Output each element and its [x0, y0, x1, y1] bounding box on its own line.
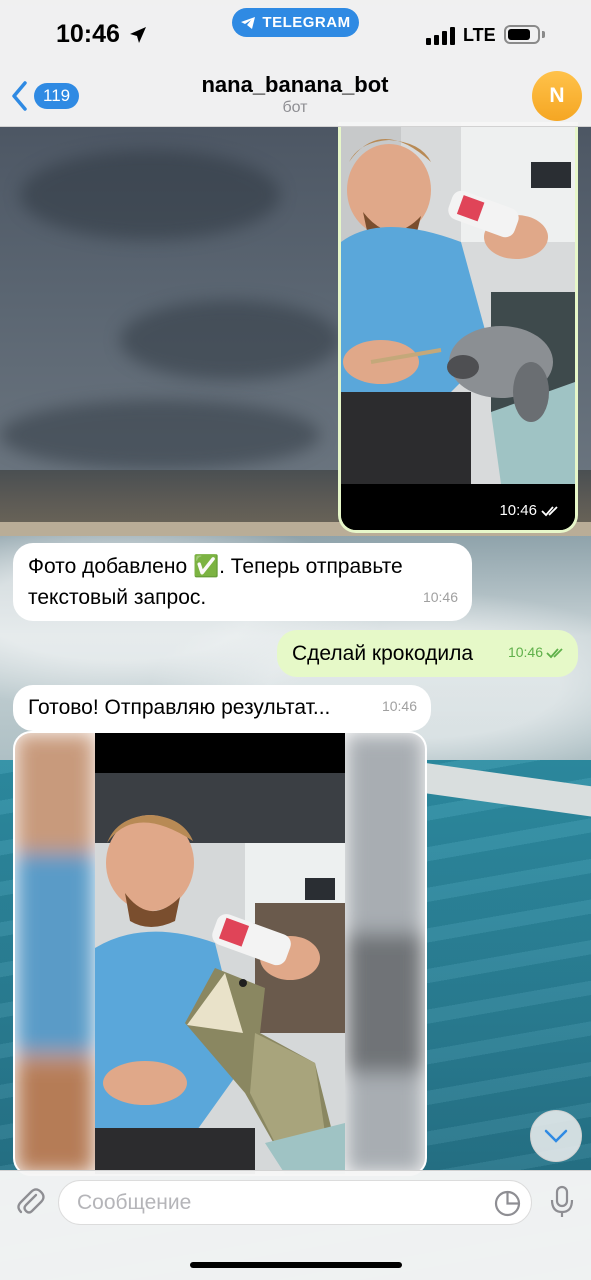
- double-check-icon: [546, 647, 563, 658]
- paperclip-icon[interactable]: [14, 1185, 46, 1217]
- telegram-icon: [241, 16, 256, 29]
- message-timestamp: 10:46: [508, 637, 566, 668]
- scroll-to-bottom-button[interactable]: [530, 1110, 582, 1162]
- message-text: Сделай крокодила: [292, 642, 474, 665]
- chevron-down-icon: [544, 1129, 568, 1143]
- status-bar: 10:46 TELEGRAM LTE: [0, 0, 591, 64]
- home-indicator: [190, 1262, 402, 1268]
- incoming-message[interactable]: Готово! Отправляю результат... 10:46: [13, 685, 431, 731]
- photo-timestamp: 10:46: [499, 502, 561, 519]
- battery-icon: [504, 25, 540, 44]
- message-placeholder: Сообщение: [77, 1191, 192, 1214]
- double-check-icon: [541, 505, 558, 516]
- microphone-icon[interactable]: [548, 1185, 576, 1219]
- signal-icon: [426, 27, 456, 45]
- wallpaper-cloud: [0, 400, 320, 470]
- telegram-pill[interactable]: TELEGRAM: [232, 8, 359, 37]
- outgoing-photo-message[interactable]: 10:46: [338, 122, 578, 533]
- chevron-left-icon: [12, 81, 27, 111]
- unread-count-badge: 119: [34, 83, 80, 109]
- photo-man-with-dog: [341, 122, 575, 484]
- battery-cap: [542, 31, 545, 38]
- wallpaper-cloud: [120, 300, 340, 380]
- message-timestamp: 10:46: [381, 698, 417, 714]
- incoming-photo-message[interactable]: [13, 731, 427, 1176]
- photo-image: [15, 733, 425, 1174]
- network-label: LTE: [463, 25, 496, 45]
- incoming-message[interactable]: Фото добавлено ✅. Теперь отправьте текст…: [13, 543, 472, 621]
- message-timestamp: 10:46: [422, 589, 458, 605]
- avatar[interactable]: N: [532, 71, 582, 121]
- wallpaper-cloud: [20, 150, 280, 240]
- back-button[interactable]: 119: [10, 80, 80, 112]
- telegram-label: TELEGRAM: [262, 14, 351, 31]
- chat-subtitle: бот: [282, 99, 308, 116]
- location-arrow-icon: [130, 27, 146, 43]
- sticker-icon[interactable]: [494, 1190, 521, 1217]
- photo-image: [341, 122, 575, 484]
- outgoing-message[interactable]: Сделай крокодила 10:46: [277, 630, 578, 677]
- photo-caption-strip: 10:46: [341, 484, 575, 530]
- chat-header: 10:46 TELEGRAM LTE 119 nana_banana_bot б…: [0, 0, 591, 127]
- message-text: Готово! Отправляю результат...: [28, 696, 331, 719]
- message-input[interactable]: Сообщение: [58, 1180, 532, 1225]
- chat-title[interactable]: nana_banana_bot: [150, 72, 440, 98]
- message-text: Фото добавлено ✅. Теперь отправьте текст…: [28, 555, 403, 609]
- status-time: 10:46: [56, 20, 120, 48]
